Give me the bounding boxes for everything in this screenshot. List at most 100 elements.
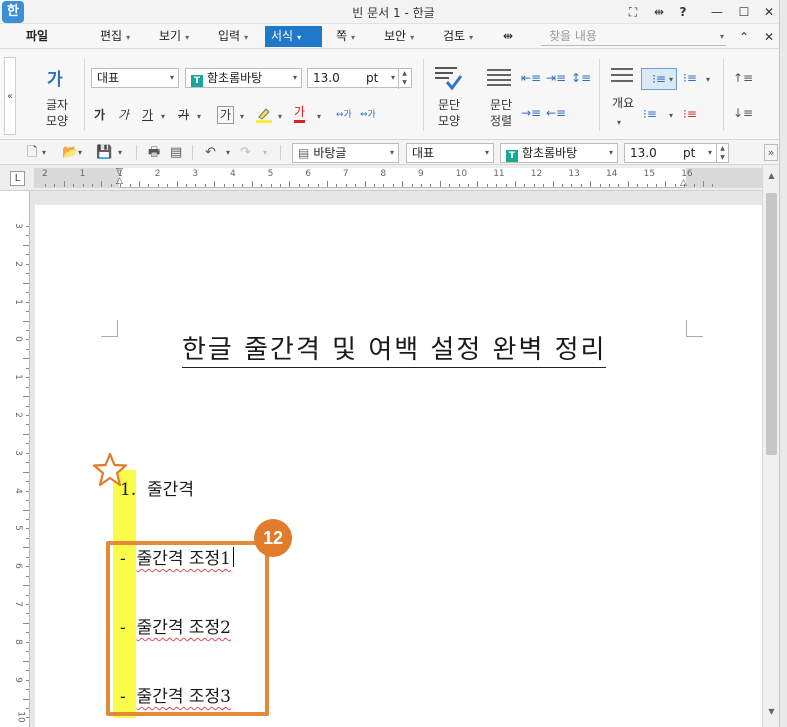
toolbar-font-size-stepper[interactable]: ▲ ▼ xyxy=(716,144,728,163)
char-spacing-wide-icon[interactable]: ⇔가 xyxy=(360,106,376,124)
chevron-down-icon[interactable]: ▾ xyxy=(617,112,621,130)
scroll-down-icon[interactable]: ▼ xyxy=(765,705,778,718)
sort-descending-icon[interactable]: ↓≡ xyxy=(733,104,753,122)
font-size-combo[interactable]: 13.0 pt ▾ xyxy=(307,68,412,88)
vertical-scrollbar[interactable]: ▲ ▼ xyxy=(762,165,779,727)
outline-numbering-icon[interactable] xyxy=(611,68,633,85)
paragraph-style-combo[interactable]: ▤ 바탕글 ▾ xyxy=(292,143,399,163)
outline-label[interactable]: 개요 xyxy=(605,95,641,111)
ruler-tick xyxy=(449,184,451,187)
chevron-down-icon: ▾ xyxy=(297,33,302,42)
increase-spacing-icon[interactable]: ←≡ xyxy=(546,104,566,122)
chevron-down-icon[interactable]: ▾ xyxy=(42,144,46,161)
scroll-up-icon[interactable]: ▲ xyxy=(765,169,778,182)
heading-line[interactable]: 1. 줄간격 xyxy=(120,479,194,501)
chevron-down-icon[interactable]: ▾ xyxy=(278,106,282,124)
line-spacing-icon[interactable]: ↕≡ xyxy=(571,69,591,87)
chevron-down-icon[interactable]: ▾ xyxy=(720,27,724,46)
close-document-icon[interactable]: ✕ xyxy=(758,28,780,46)
ruler-tick xyxy=(317,184,319,187)
menu-page[interactable]: 쪽 ▾ xyxy=(330,26,361,47)
help-icon[interactable]: ? xyxy=(672,3,694,21)
menu-review[interactable]: 검토 ▾ xyxy=(437,26,479,47)
ruler-tab-selector[interactable]: L xyxy=(10,171,25,186)
strikethrough-button[interactable]: 가 xyxy=(178,106,189,124)
split-view-icon[interactable]: ⇹ xyxy=(648,3,670,21)
chevron-down-icon[interactable]: ▾ xyxy=(226,144,230,161)
para-align-label[interactable]: 문단 정렬 xyxy=(482,97,520,129)
font-combo[interactable]: T 함초롬바탕 ▾ xyxy=(185,68,302,88)
chevron-down-icon[interactable]: ▾ xyxy=(317,106,321,124)
undo-icon[interactable]: ↶ xyxy=(205,144,216,161)
menu-file[interactable]: 파일 xyxy=(20,26,54,47)
indent-marker-icon[interactable]: ▽ △ xyxy=(116,168,123,186)
indent-right-icon[interactable]: ⇥≡ xyxy=(546,69,566,87)
chevron-down-icon[interactable]: ▾ xyxy=(706,69,710,87)
indent-left-icon[interactable]: ⇤≡ xyxy=(521,69,541,87)
char-spacing-narrow-icon[interactable]: ↔가 xyxy=(336,106,352,124)
chevron-down-icon[interactable]: ▾ xyxy=(161,106,165,124)
ruler-tick xyxy=(298,184,300,187)
underline-button[interactable]: 가 xyxy=(142,106,153,124)
style-combo[interactable]: 대표 ▾ xyxy=(91,68,179,88)
collapse-ribbon-icon[interactable]: ⌃ xyxy=(733,28,755,46)
open-folder-icon[interactable]: 📂 xyxy=(62,144,78,161)
minimize-button[interactable]: — xyxy=(706,3,728,21)
close-button[interactable]: ✕ xyxy=(758,3,780,21)
chevron-down-icon[interactable]: ▾ xyxy=(78,144,82,161)
decrease-spacing-icon[interactable]: →≡ xyxy=(521,104,541,122)
menu-edit[interactable]: 편집 ▾ xyxy=(94,26,136,47)
outline-text-button[interactable]: 가 xyxy=(217,106,235,124)
toolbar-font-size-combo[interactable]: 13.0 pt ▾ xyxy=(624,143,729,163)
document-title[interactable]: 한글 줄간격 및 여백 설정 완벽 정리 xyxy=(182,333,607,368)
highlighter-icon[interactable] xyxy=(255,105,273,123)
chevron-down-icon[interactable]: ▾ xyxy=(197,106,201,124)
right-indent-marker-icon[interactable]: △ xyxy=(680,178,687,188)
menu-bar: 파일 편집 ▾ 보기 ▾ 입력 ▾ 서식 ▾ 쪽 ▾ 보안 ▾ 검토 ▾ ⇹ 찾을 내용 ▾ ⌃… xyxy=(0,24,787,49)
ruler-number: 4 xyxy=(12,487,23,494)
ruler-tick xyxy=(26,415,29,416)
chevron-down-icon[interactable]: ▾ xyxy=(240,106,244,124)
menu-security[interactable]: 보안 ▾ xyxy=(378,26,420,47)
para-shape-label[interactable]: 문단 모양 xyxy=(432,97,466,129)
vertical-ruler[interactable]: 3 2 1 0 1 2 3 4 5 6 7 8 9 10 xyxy=(12,191,30,727)
chevron-down-icon[interactable]: ▾ xyxy=(263,144,267,161)
menu-insert[interactable]: 입력 ▾ xyxy=(212,26,254,47)
ruler-tick xyxy=(26,717,29,719)
multilevel-list-icon[interactable]: ⁝≡ xyxy=(643,105,657,123)
chevron-down-icon[interactable]: ▾ xyxy=(669,69,673,87)
find-input[interactable]: 찾을 내용 ▾ xyxy=(541,27,726,46)
char-shape-icon[interactable]: 가 xyxy=(47,65,63,90)
menu-more-icon[interactable]: ⇹ xyxy=(497,26,519,47)
language-combo[interactable]: 대표 ▾ xyxy=(406,143,494,163)
expand-toolbar-icon[interactable]: » xyxy=(764,144,778,161)
print-icon[interactable]: 🖶 xyxy=(148,144,160,161)
list-style-icon[interactable]: ⁝≡ xyxy=(683,105,697,123)
sort-ascending-icon[interactable]: ↑≡ xyxy=(733,69,753,87)
maximize-button[interactable]: ☐ xyxy=(733,3,755,21)
fullscreen-icon[interactable]: ⛶ xyxy=(622,3,644,21)
align-justify-icon[interactable] xyxy=(487,69,511,89)
save-icon[interactable]: 💾 xyxy=(96,144,112,161)
scroll-thumb[interactable] xyxy=(766,193,777,455)
italic-button[interactable]: 가 xyxy=(118,106,129,124)
redo-icon[interactable]: ↷ xyxy=(240,144,251,161)
numbered-list-icon[interactable]: ⁝≡ xyxy=(683,69,697,87)
para-shape-icon[interactable] xyxy=(433,64,463,92)
font-color-button[interactable]: 가 xyxy=(294,105,306,123)
toolbar-font-combo[interactable]: T 함초롬바탕 ▾ xyxy=(500,143,618,163)
new-document-icon[interactable]: 🗋 xyxy=(27,144,37,161)
bold-button[interactable]: 가 xyxy=(94,106,105,124)
menu-view[interactable]: 보기 ▾ xyxy=(153,26,195,47)
chevron-down-icon[interactable]: ▾ xyxy=(118,144,122,161)
menu-format[interactable]: 서식 ▾ xyxy=(265,26,322,47)
horizontal-ruler[interactable]: 2 1 1 2 3 4 5 6 7 8 9 10 11 12 13 14 15 16 ▽ △ △ xyxy=(34,168,762,188)
chevron-down-icon[interactable]: ▾ xyxy=(669,105,673,123)
ruler-tick xyxy=(73,184,75,187)
print-preview-icon[interactable]: ▤ xyxy=(170,144,182,161)
font-size-stepper[interactable]: ▲ ▼ xyxy=(398,69,410,89)
ribbon-collapse-toggle[interactable]: « xyxy=(4,57,16,135)
ruler-tick xyxy=(562,184,563,187)
ruler-tick xyxy=(26,575,29,577)
char-shape-label[interactable]: 글자 모양 xyxy=(40,97,74,129)
